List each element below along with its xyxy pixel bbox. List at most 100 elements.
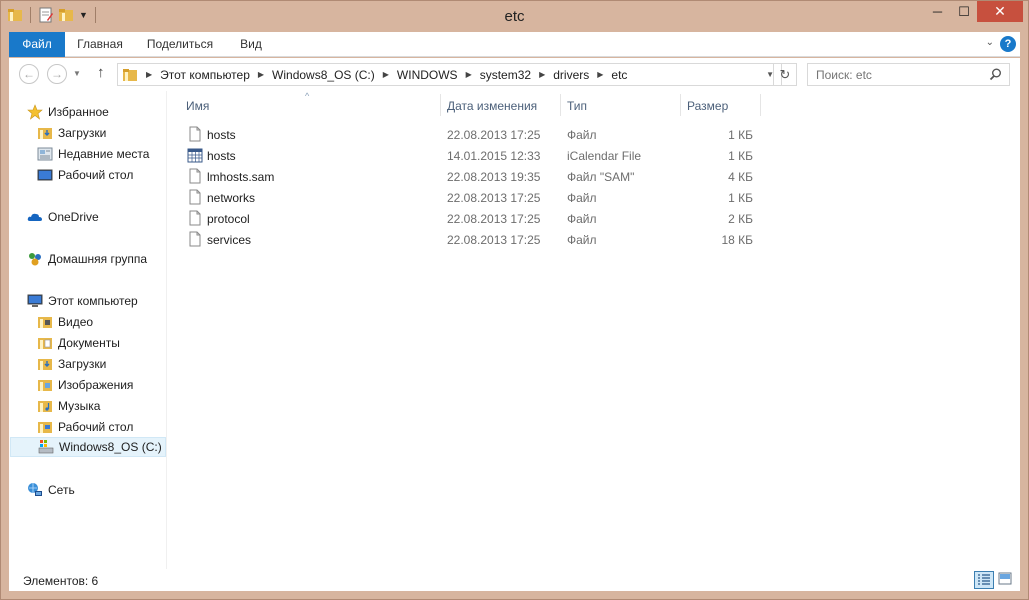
- table-row[interactable]: protocol 22.08.2013 17:25 Файл 2 КБ: [167, 208, 767, 229]
- recent-locations-chevron-icon[interactable]: ▼: [73, 69, 81, 78]
- file-icon: [189, 189, 201, 205]
- column-divider[interactable]: [440, 94, 441, 116]
- maximize-button[interactable]: ☐: [951, 1, 977, 22]
- file-icon: [189, 126, 201, 142]
- documents-folder-icon: [38, 338, 52, 349]
- item-count: Элементов: 6: [23, 574, 99, 588]
- column-headers: ^ Имя Дата изменения Тип Размер: [167, 91, 1020, 119]
- file-date: 22.08.2013 17:25: [447, 212, 541, 226]
- column-header-type[interactable]: Тип: [567, 99, 587, 113]
- navigation-pane[interactable]: Избранное Загрузки Недавние места Рабочи…: [9, 91, 167, 569]
- up-button[interactable]: ↑: [97, 64, 105, 81]
- column-header-name[interactable]: Имя: [186, 99, 209, 113]
- file-name: networks: [207, 191, 256, 205]
- table-row[interactable]: lmhosts.sam 22.08.2013 19:35 Файл "SAM" …: [167, 166, 767, 187]
- breadcrumb-arrow-icon[interactable]: ▶: [597, 70, 603, 79]
- tab-share[interactable]: Поделиться: [141, 32, 219, 57]
- file-date: 22.08.2013 19:35: [447, 170, 541, 184]
- window-title: etc: [504, 8, 525, 25]
- sidebar-item-label: Сеть: [48, 483, 75, 497]
- breadcrumb-item[interactable]: system32: [480, 68, 531, 82]
- tab-file[interactable]: Файл: [9, 32, 65, 57]
- breadcrumb-arrow-icon[interactable]: ▶: [146, 70, 152, 79]
- column-header-date[interactable]: Дата изменения: [447, 99, 537, 113]
- file-list[interactable]: ^ Имя Дата изменения Тип Размер hosts 22…: [167, 91, 1020, 569]
- file-type: Файл "SAM": [567, 170, 635, 184]
- file-type: Файл: [567, 212, 597, 226]
- file-name: lmhosts.sam: [207, 170, 275, 184]
- sidebar-item-pictures[interactable]: Изображения: [37, 375, 133, 395]
- sidebar-item-label: Загрузки: [58, 357, 107, 371]
- sidebar-item-recent-places[interactable]: Недавние места: [37, 144, 149, 164]
- window-controls: ─ ☐ ✕: [924, 1, 1023, 22]
- sidebar-item-label: Изображения: [58, 378, 134, 392]
- sidebar-item-label: Документы: [58, 336, 120, 350]
- table-row[interactable]: services 22.08.2013 17:25 Файл 18 КБ: [167, 229, 767, 250]
- large-icons-view-icon: [998, 572, 1012, 585]
- tab-view[interactable]: Вид: [231, 32, 271, 57]
- column-divider[interactable]: [560, 94, 561, 116]
- sidebar-item-downloads[interactable]: Загрузки: [37, 123, 106, 143]
- sort-ascending-icon: ^: [305, 91, 310, 101]
- large-icons-view-button[interactable]: [996, 571, 1016, 589]
- file-date: 22.08.2013 17:25: [447, 233, 541, 247]
- breadcrumb-item[interactable]: WINDOWS: [397, 68, 458, 82]
- sidebar-item-label: Рабочий стол: [58, 168, 134, 182]
- navigation-bar: ← → ▼ ↑ ▶ Этот компьютер ▶ Windows8_OS (…: [9, 58, 1020, 91]
- column-divider[interactable]: [680, 94, 681, 116]
- file-icon: [189, 231, 201, 247]
- folder-icon: [123, 68, 137, 81]
- expand-ribbon-chevron-icon[interactable]: ⌄: [986, 37, 994, 48]
- star-icon: [27, 104, 43, 120]
- breadcrumb-item[interactable]: drivers: [553, 68, 589, 82]
- file-icon: [189, 168, 201, 184]
- close-button[interactable]: ✕: [977, 1, 1023, 22]
- file-size: 1 КБ: [728, 128, 753, 142]
- breadcrumb-item[interactable]: Этот компьютер: [160, 68, 250, 82]
- table-row[interactable]: hosts 22.08.2013 17:25 Файл 1 КБ: [167, 124, 767, 145]
- sidebar-item-desktop[interactable]: Рабочий стол: [37, 165, 133, 185]
- sidebar-item-drive-c[interactable]: Windows8_OS (C:): [10, 437, 166, 457]
- breadcrumb-arrow-icon[interactable]: ▶: [466, 70, 472, 79]
- breadcrumb-arrow-icon[interactable]: ▶: [539, 70, 545, 79]
- file-date: 22.08.2013 17:25: [447, 128, 541, 142]
- ribbon: Файл Главная Поделиться Вид ⌄ ?: [9, 32, 1020, 57]
- help-button[interactable]: ?: [1000, 36, 1016, 52]
- table-row[interactable]: networks 22.08.2013 17:25 Файл 1 КБ: [167, 187, 767, 208]
- breadcrumb-item[interactable]: Windows8_OS (C:): [272, 68, 375, 82]
- back-button[interactable]: ←: [19, 64, 39, 84]
- breadcrumb-item[interactable]: etc: [611, 68, 627, 82]
- sidebar-item-homegroup[interactable]: Домашняя группа: [27, 249, 147, 269]
- sidebar-item-music[interactable]: Музыка: [37, 396, 100, 416]
- sidebar-item-onedrive[interactable]: OneDrive: [27, 207, 99, 227]
- search-box[interactable]: [807, 63, 1010, 86]
- sidebar-item-this-pc[interactable]: Этот компьютер: [27, 291, 138, 311]
- sidebar-item-network[interactable]: Сеть: [27, 480, 75, 500]
- sidebar-item-videos[interactable]: Видео: [37, 312, 93, 332]
- sidebar-item-downloads[interactable]: Загрузки: [37, 354, 106, 374]
- status-bar: Элементов: 6: [9, 569, 1020, 591]
- refresh-button[interactable]: ↻: [773, 63, 797, 86]
- forward-button[interactable]: →: [47, 64, 67, 84]
- details-view-button[interactable]: [974, 571, 994, 589]
- breadcrumb-arrow-icon[interactable]: ▶: [258, 70, 264, 79]
- search-input[interactable]: [816, 67, 981, 82]
- address-bar[interactable]: ▶ Этот компьютер ▶ Windows8_OS (C:) ▶ WI…: [117, 63, 782, 86]
- file-size: 4 КБ: [728, 170, 753, 184]
- sidebar-item-favorites[interactable]: Избранное: [27, 102, 109, 122]
- file-size: 1 КБ: [728, 149, 753, 163]
- column-header-size[interactable]: Размер: [687, 99, 728, 113]
- search-icon[interactable]: [989, 68, 1002, 81]
- column-divider[interactable]: [760, 94, 761, 116]
- title-bar[interactable]: ▼ etc ─ ☐ ✕: [1, 1, 1028, 31]
- tab-home[interactable]: Главная: [71, 32, 129, 57]
- sidebar-item-documents[interactable]: Документы: [37, 333, 120, 353]
- main-content: Избранное Загрузки Недавние места Рабочи…: [9, 91, 1020, 569]
- table-row[interactable]: hosts 14.01.2015 12:33 iCalendar File 1 …: [167, 145, 767, 166]
- minimize-button[interactable]: ─: [924, 1, 951, 22]
- sidebar-item-desktop-folder[interactable]: Рабочий стол: [37, 417, 133, 437]
- explorer-window: ▼ etc ─ ☐ ✕ Файл Главная Поделиться Вид …: [0, 0, 1029, 600]
- network-icon: [28, 483, 42, 496]
- breadcrumb-arrow-icon[interactable]: ▶: [383, 70, 389, 79]
- downloads-folder-icon: [38, 128, 52, 139]
